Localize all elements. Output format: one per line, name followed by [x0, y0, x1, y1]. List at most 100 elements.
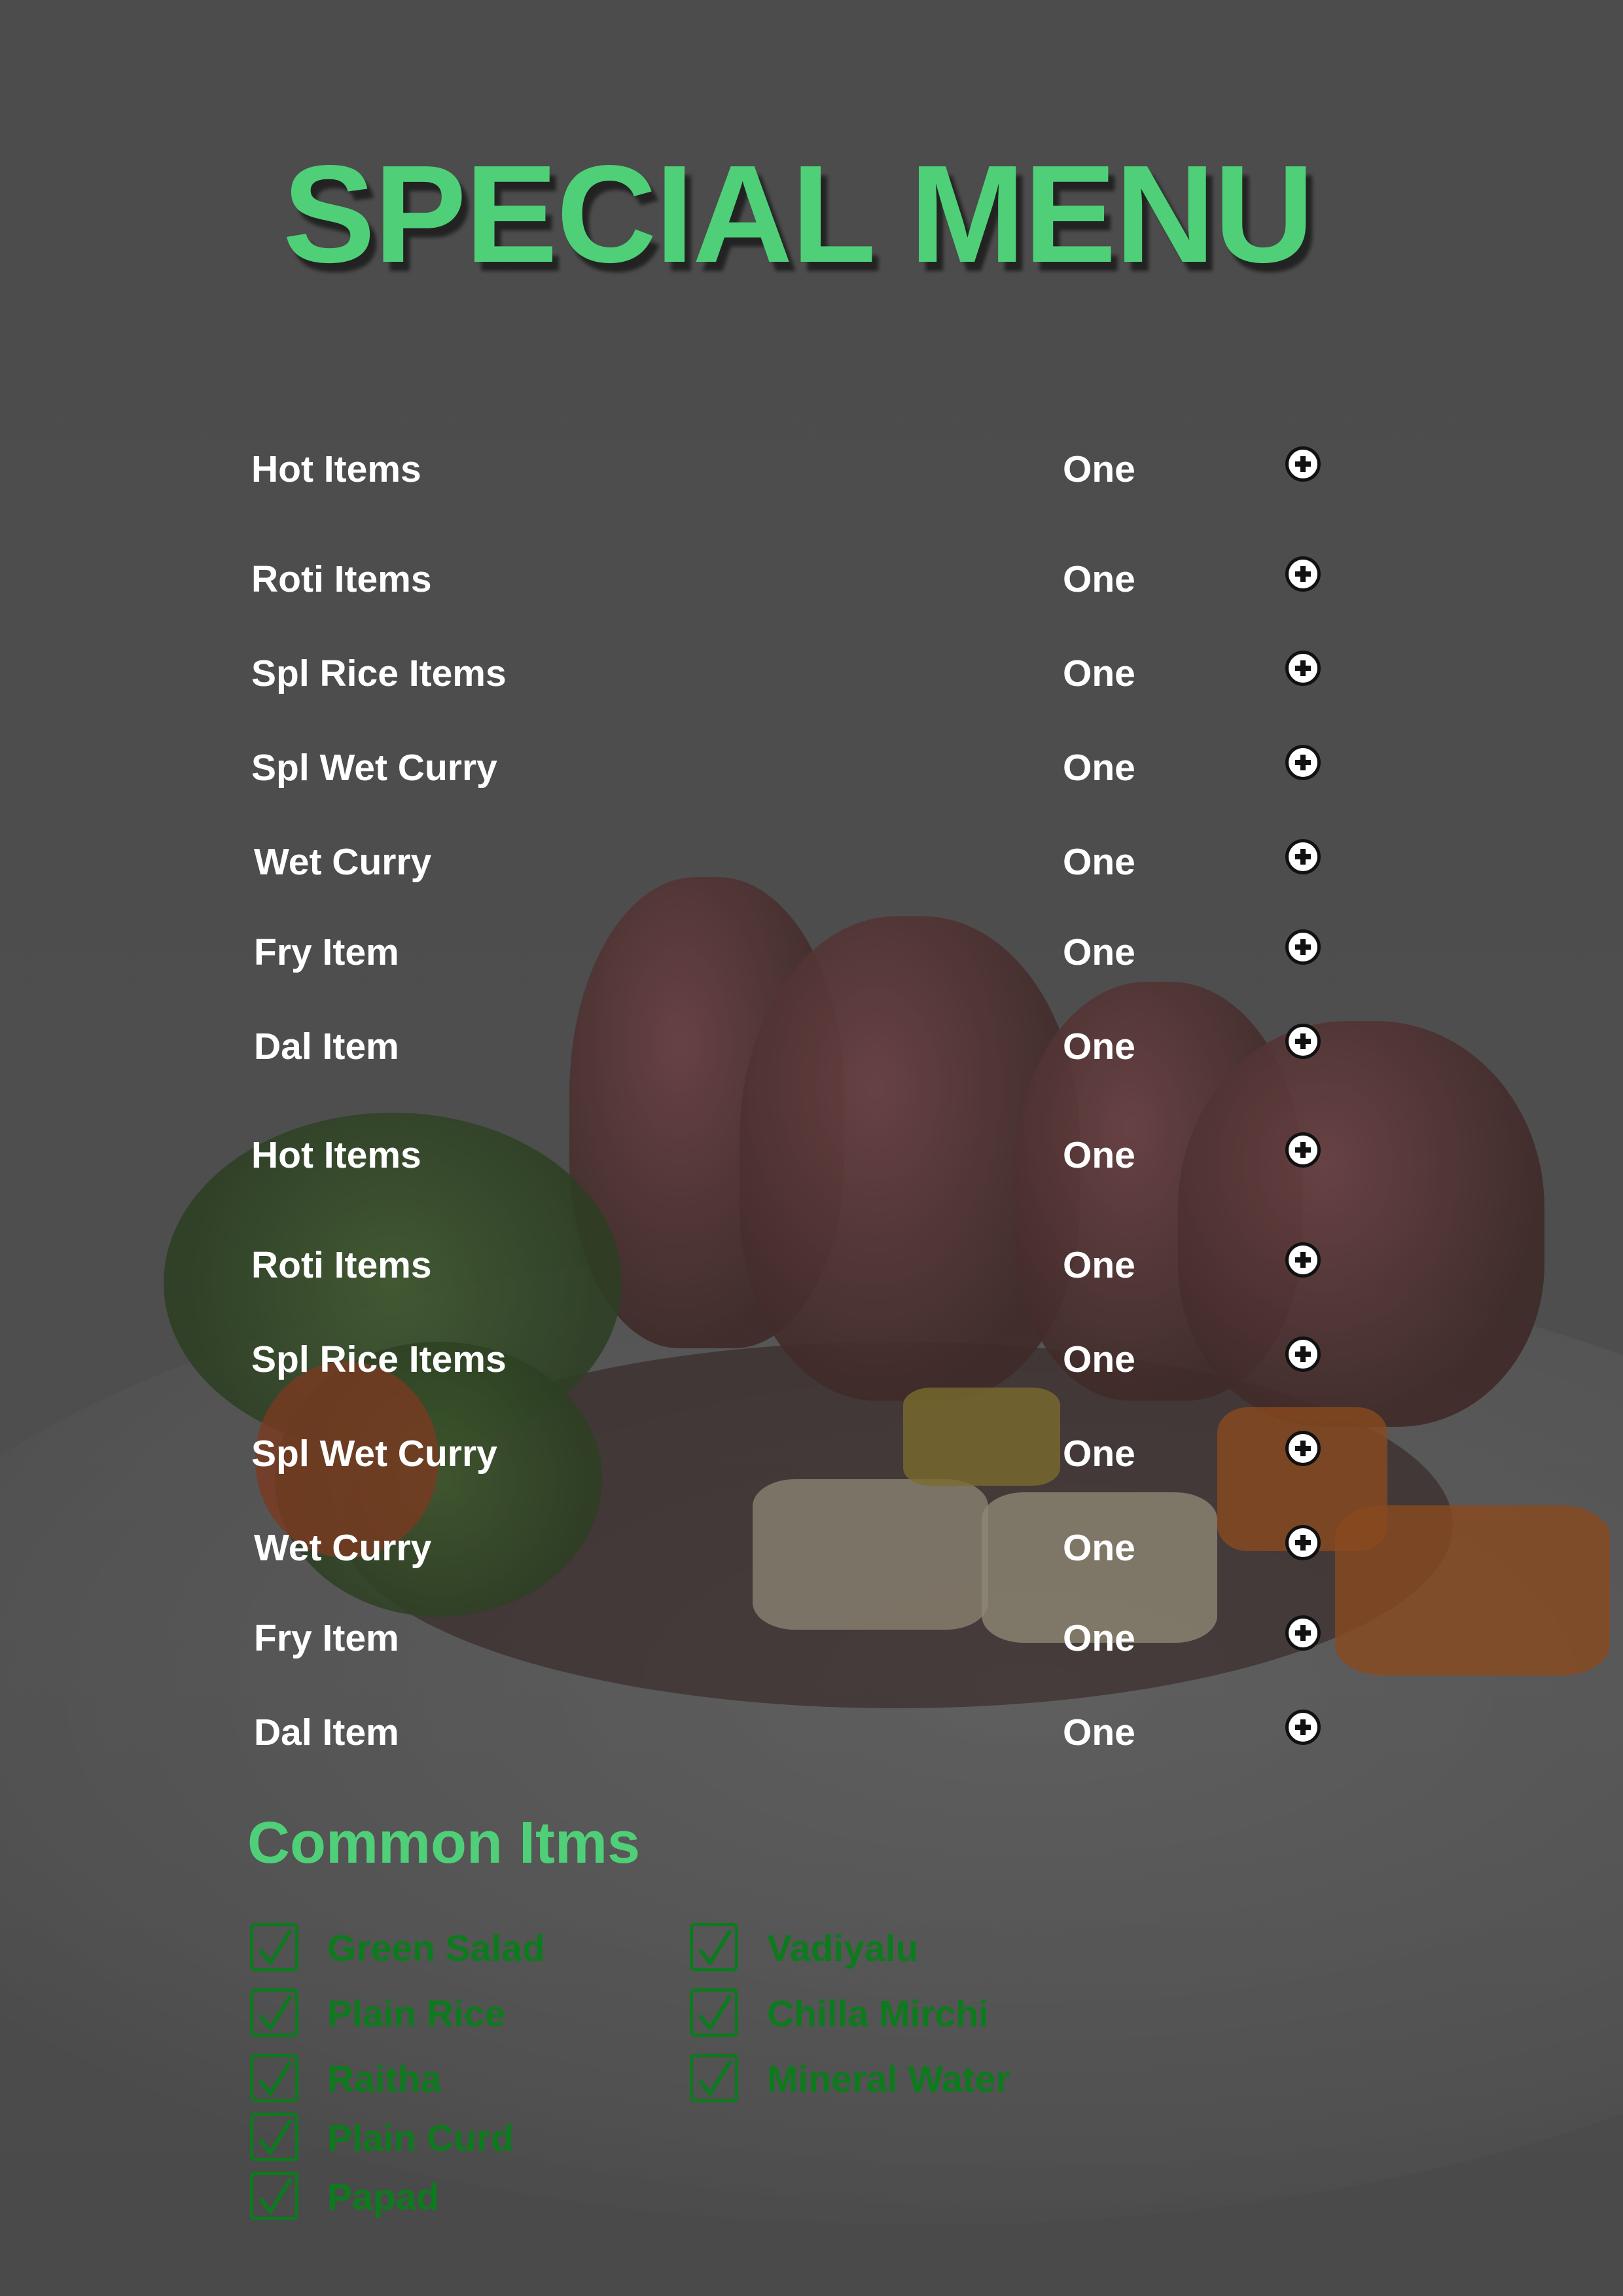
plus-circle-icon	[1295, 1535, 1311, 1551]
plus-circle-icon	[1295, 1142, 1311, 1158]
common-item-label: Chilla Mirchi	[767, 1993, 989, 2035]
add-item-button[interactable]	[1285, 839, 1321, 874]
plus-circle-icon	[1295, 1719, 1311, 1735]
menu-row: Spl Rice Items One	[251, 1330, 1338, 1382]
add-item-button[interactable]	[1285, 1710, 1321, 1745]
menu-item-quantity: One	[1063, 1026, 1135, 1067]
menu-item-quantity: One	[1063, 1433, 1135, 1475]
common-item-label: Vadiyalu	[767, 1928, 919, 1969]
checkbox[interactable]	[690, 1988, 738, 2037]
checkbox[interactable]	[250, 2054, 298, 2102]
menu-item-name: Roti Items	[251, 558, 432, 600]
add-item-button[interactable]	[1285, 1024, 1321, 1059]
common-item: Raitha	[250, 2054, 643, 2106]
plus-circle-icon	[1295, 1441, 1311, 1456]
menu-item-quantity: One	[1063, 1527, 1135, 1569]
plus-circle-icon	[1295, 939, 1311, 955]
menu-row: Hot Items One	[251, 1126, 1338, 1178]
plus-circle-icon	[1295, 566, 1311, 582]
checkmark-icon	[259, 2119, 292, 2155]
menu-row: Spl Wet Curry One	[251, 1424, 1338, 1477]
common-item-label: Papad	[327, 2176, 440, 2218]
plus-circle-icon	[1295, 1252, 1311, 1268]
menu-row: Wet Curry One	[251, 833, 1338, 885]
menu-item-name: Roti Items	[251, 1244, 432, 1286]
menu-row: Fry Item One	[251, 923, 1338, 975]
checkbox[interactable]	[690, 2054, 738, 2102]
plus-circle-icon	[1295, 1346, 1311, 1362]
checkmark-icon	[259, 2178, 292, 2214]
checkmark-icon	[259, 1929, 292, 1965]
plus-circle-icon	[1295, 849, 1311, 865]
menu-item-quantity: One	[1063, 1712, 1135, 1753]
menu-item-name: Dal Item	[254, 1026, 399, 1067]
common-item: Papad	[250, 2172, 643, 2224]
menu-item-quantity: One	[1063, 931, 1135, 973]
common-item: Green Salad	[250, 1923, 643, 1975]
add-item-button[interactable]	[1285, 1525, 1321, 1560]
add-item-button[interactable]	[1285, 1242, 1321, 1278]
common-item: Chilla Mirchi	[690, 1988, 1082, 2041]
common-item-label: Mineral Water	[767, 2058, 1010, 2100]
menu-item-name: Hot Items	[251, 1134, 421, 1176]
checkmark-icon	[699, 1995, 732, 2030]
menu-item-quantity: One	[1063, 1244, 1135, 1286]
common-item-label: Plain Rice	[327, 1993, 506, 2035]
menu-row: Roti Items One	[251, 1236, 1338, 1288]
menu-row: Wet Curry One	[251, 1518, 1338, 1571]
menu-item-quantity: One	[1063, 1134, 1135, 1176]
checkmark-icon	[699, 1929, 732, 1965]
plus-circle-icon	[1295, 755, 1311, 770]
common-item-label: Plain Curd	[327, 2117, 514, 2159]
checkmark-icon	[259, 1995, 292, 2030]
checkbox[interactable]	[250, 1923, 298, 1971]
add-item-button[interactable]	[1285, 1336, 1321, 1372]
plus-circle-icon	[1295, 1625, 1311, 1641]
menu-row: Hot Items One	[251, 440, 1338, 492]
menu-row: Spl Wet Curry One	[251, 738, 1338, 791]
common-item-label: Green Salad	[327, 1928, 545, 1969]
menu-item-quantity: One	[1063, 747, 1135, 789]
checkmark-icon	[259, 2060, 292, 2096]
add-item-button[interactable]	[1285, 1431, 1321, 1466]
add-item-button[interactable]	[1285, 446, 1321, 482]
common-item: Mineral Water	[690, 2054, 1082, 2106]
add-item-button[interactable]	[1285, 1615, 1321, 1651]
menu-item-name: Wet Curry	[254, 1527, 432, 1569]
menu-row: Roti Items One	[251, 550, 1338, 602]
add-item-button[interactable]	[1285, 556, 1321, 592]
menu-item-name: Fry Item	[254, 931, 399, 973]
menu-row: Fry Item One	[251, 1609, 1338, 1661]
menu-item-quantity: One	[1063, 1617, 1135, 1659]
menu-item-quantity: One	[1063, 653, 1135, 694]
checkmark-icon	[699, 2060, 732, 2096]
menu-item-quantity: One	[1063, 448, 1135, 490]
add-item-button[interactable]	[1285, 651, 1321, 686]
common-items-heading: Common Itms	[247, 1810, 641, 1876]
plus-circle-icon	[1295, 660, 1311, 676]
menu-item-name: Fry Item	[254, 1617, 399, 1659]
checkbox[interactable]	[690, 1923, 738, 1971]
add-item-button[interactable]	[1285, 1132, 1321, 1168]
checkbox[interactable]	[250, 1988, 298, 2037]
menu-item-name: Spl Wet Curry	[251, 1433, 497, 1475]
menu-item-quantity: One	[1063, 1338, 1135, 1380]
menu-item-name: Dal Item	[254, 1712, 399, 1753]
menu-item-name: Spl Rice Items	[251, 1338, 507, 1380]
menu-row: Spl Rice Items One	[251, 644, 1338, 696]
add-item-button[interactable]	[1285, 929, 1321, 965]
common-item: Plain Curd	[250, 2113, 643, 2165]
checkbox[interactable]	[250, 2172, 298, 2220]
menu-item-name: Wet Curry	[254, 841, 432, 883]
checkbox[interactable]	[250, 2113, 298, 2161]
common-item: Plain Rice	[250, 1988, 643, 2041]
menu-row: Dal Item One	[251, 1017, 1338, 1069]
menu-title: SPECIAL MENU	[283, 136, 1314, 291]
add-item-button[interactable]	[1285, 745, 1321, 780]
menu-row: Dal Item One	[251, 1703, 1338, 1755]
menu-item-quantity: One	[1063, 841, 1135, 883]
menu-item-name: Hot Items	[251, 448, 421, 490]
plus-circle-icon	[1295, 456, 1311, 472]
menu-item-name: Spl Wet Curry	[251, 747, 497, 789]
common-item-label: Raitha	[327, 2058, 442, 2100]
